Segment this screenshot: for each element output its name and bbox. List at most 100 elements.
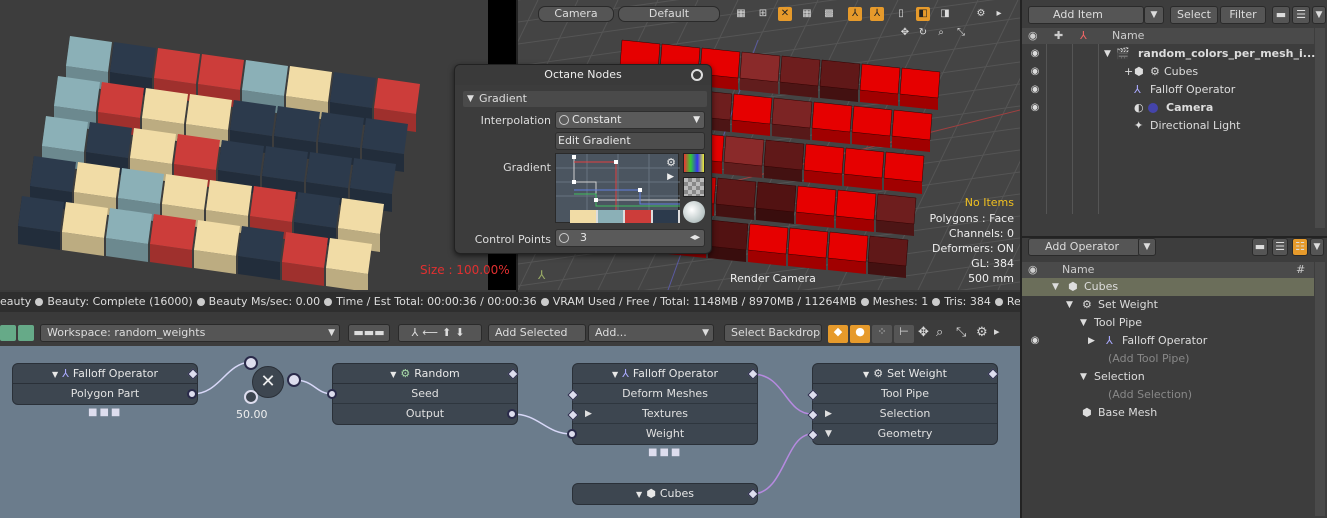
expand-icon[interactable]: ▶ <box>825 404 832 424</box>
falloff-operator-node-2[interactable]: ▼ ⅄ Falloff Operator Deform Meshes ▶ Textur… <box>567 363 759 445</box>
minus-icon[interactable]: ⊢ <box>894 325 914 343</box>
add-operator-dropdown[interactable]: Add Operator <box>1028 238 1140 256</box>
diamond-icon[interactable]: ◆ <box>828 325 848 343</box>
ops-item-add-tool-pipe[interactable]: (Add Tool Pipe) <box>1022 350 1314 368</box>
viewport-cube[interactable] <box>803 143 845 186</box>
layout-icon[interactable]: ▬▬▬ <box>348 324 390 342</box>
fit-view-icon[interactable]: ⤡ <box>954 26 968 40</box>
seed-input-port[interactable] <box>327 389 337 399</box>
ops-item-tool-pipe[interactable]: ▼ Tool Pipe <box>1022 314 1314 332</box>
expand-icon[interactable]: ▼ <box>1104 45 1111 63</box>
chevron-right-icon[interactable]: ▸ <box>992 7 1006 21</box>
ops-item-selection[interactable]: ▼ Selection <box>1022 368 1314 386</box>
zoom-view-icon[interactable]: ⌕ <box>934 26 948 40</box>
expand-icon[interactable]: ▶ <box>1088 332 1095 350</box>
stepper-icon[interactable]: ◂▸ <box>690 230 700 246</box>
expand-icon[interactable]: ▼ <box>1080 368 1087 386</box>
output-port[interactable] <box>507 409 517 419</box>
fit-icon[interactable]: ⤡ <box>956 325 966 340</box>
geometry-row[interactable]: ▼ Geometry <box>813 424 997 444</box>
tree-item-scene[interactable]: ◉ ▼ 🎬 random_colors_per_mesh_i... <box>1022 45 1316 63</box>
viewport-cube[interactable] <box>819 59 861 102</box>
dots-grid-icon[interactable]: ⁘ <box>872 325 892 343</box>
viewport-cube[interactable] <box>835 189 877 232</box>
eye-icon[interactable]: ◉ <box>1028 81 1042 99</box>
viewport-cube[interactable] <box>843 147 885 190</box>
collapse-icon[interactable]: ▼ <box>863 370 869 379</box>
add-selected-button[interactable]: Add Selected <box>488 324 586 342</box>
gradient-stop[interactable] <box>597 210 625 223</box>
node-header[interactable]: ▼ ⅄ Falloff Operator <box>573 364 757 384</box>
workspace-dropdown[interactable]: Workspace: random_weights ▼ <box>40 324 340 342</box>
close-window-icon[interactable] <box>691 69 703 81</box>
move-view-icon[interactable]: ✥ <box>898 26 912 40</box>
navigation-icons[interactable]: ⅄⟵⬆⬇ <box>398 324 482 342</box>
viewport-cube[interactable] <box>875 193 917 236</box>
collapse-icon[interactable]: ▼ <box>390 370 396 379</box>
gradient-stop[interactable] <box>652 210 680 223</box>
gradient-stop[interactable] <box>625 210 653 223</box>
tree-item-cubes[interactable]: ◉ + ⬢ ⚙ Cubes <box>1022 63 1314 81</box>
camera-dropdown[interactable]: Camera <box>538 6 614 22</box>
transparent-icon[interactable]: ▯ <box>894 7 908 21</box>
circle-icon[interactable]: ● <box>850 325 870 343</box>
schematic-add-icon[interactable] <box>18 325 34 341</box>
viewport-cube[interactable] <box>811 101 853 144</box>
math-output-port[interactable] <box>287 373 301 387</box>
dropdown-arrow-icon[interactable]: ▼ <box>1144 6 1164 24</box>
select-backdrop-button[interactable]: Select Backdrop <box>724 324 822 342</box>
expand-icon[interactable]: ▶ <box>585 404 592 424</box>
selection-row[interactable]: ▶ Selection <box>813 404 997 424</box>
viewport-cube[interactable] <box>771 97 813 140</box>
ops-item-base-mesh[interactable]: ⬢ Base Mesh <box>1022 404 1314 422</box>
math-input-port-b[interactable] <box>244 390 258 404</box>
select-mode-icon[interactable]: ◧ <box>916 7 930 21</box>
output-port[interactable] <box>187 389 197 399</box>
viewport-cube[interactable] <box>779 55 821 98</box>
viewport-cube[interactable] <box>827 231 869 274</box>
gradient-editor[interactable]: ⚙ ▶ <box>555 153 680 223</box>
more-icon[interactable]: ■■■ <box>88 407 122 418</box>
collapse-icon[interactable]: ▼ <box>52 370 58 379</box>
viewport-cube[interactable] <box>715 177 757 220</box>
viewport-cube[interactable] <box>739 51 781 94</box>
viewport-cube[interactable] <box>747 223 789 266</box>
viewport-cube[interactable] <box>731 93 773 136</box>
render-viewport[interactable]: Size : 100.00% <box>0 0 516 290</box>
collapse-icon[interactable]: ▼ <box>612 370 618 379</box>
panel-menu-icon[interactable]: ▼ <box>1312 6 1326 24</box>
tree-item-camera[interactable]: ◉ ◐ Camera <box>1022 99 1314 117</box>
checker-icon[interactable]: ▦ <box>734 7 748 21</box>
viewport-cube[interactable] <box>883 151 925 194</box>
dropdown-arrow-icon[interactable]: ▼ <box>1138 238 1156 256</box>
expand-plus-icon[interactable]: + <box>1124 63 1133 81</box>
octane-nodes-window[interactable]: Octane Nodes ▼ Gradient Interpolation Con… <box>454 64 712 254</box>
animate-dot-icon[interactable] <box>559 233 569 243</box>
select-button[interactable]: Select <box>1170 6 1218 24</box>
polygon-icon[interactable]: ◨ <box>938 7 952 21</box>
node-header[interactable]: ▼ ⬢ Cubes <box>573 484 757 504</box>
pan-icon[interactable]: ✥ <box>918 325 929 340</box>
ops-item-set-weight[interactable]: ▼ ⚙ Set Weight <box>1022 296 1314 314</box>
node-header[interactable]: ▼ ⚙ Random <box>333 364 517 384</box>
view-preset-dropdown[interactable]: Default <box>618 6 720 22</box>
chevron-right-icon[interactable]: ▶ <box>667 172 674 182</box>
viewport-cube[interactable] <box>851 105 893 148</box>
viewport-cube[interactable] <box>795 185 837 228</box>
viewport-cube[interactable] <box>891 109 933 152</box>
node-view-icon[interactable]: ☷ <box>1292 238 1308 256</box>
viewport-cube[interactable] <box>899 67 941 110</box>
eye-icon[interactable]: ◉ <box>1028 332 1042 350</box>
list-icon[interactable]: ▬ <box>1272 6 1290 24</box>
rotate-view-icon[interactable]: ↻ <box>916 26 930 40</box>
viewport-cube[interactable] <box>787 227 829 270</box>
viewport-cube[interactable] <box>763 139 805 182</box>
gradient-stop[interactable] <box>570 210 598 223</box>
chevron-right-icon[interactable]: ▸ <box>994 325 1000 338</box>
color-picker-icon[interactable] <box>683 153 705 173</box>
item-icon[interactable]: ⅄ <box>870 7 884 21</box>
gear-icon[interactable]: ⚙ <box>976 325 988 340</box>
columns-icon[interactable]: ☰ <box>1292 6 1310 24</box>
multiply-value[interactable]: 50.00 <box>236 408 268 421</box>
tree-item-falloff[interactable]: ◉ ⅄ Falloff Operator <box>1022 81 1314 99</box>
